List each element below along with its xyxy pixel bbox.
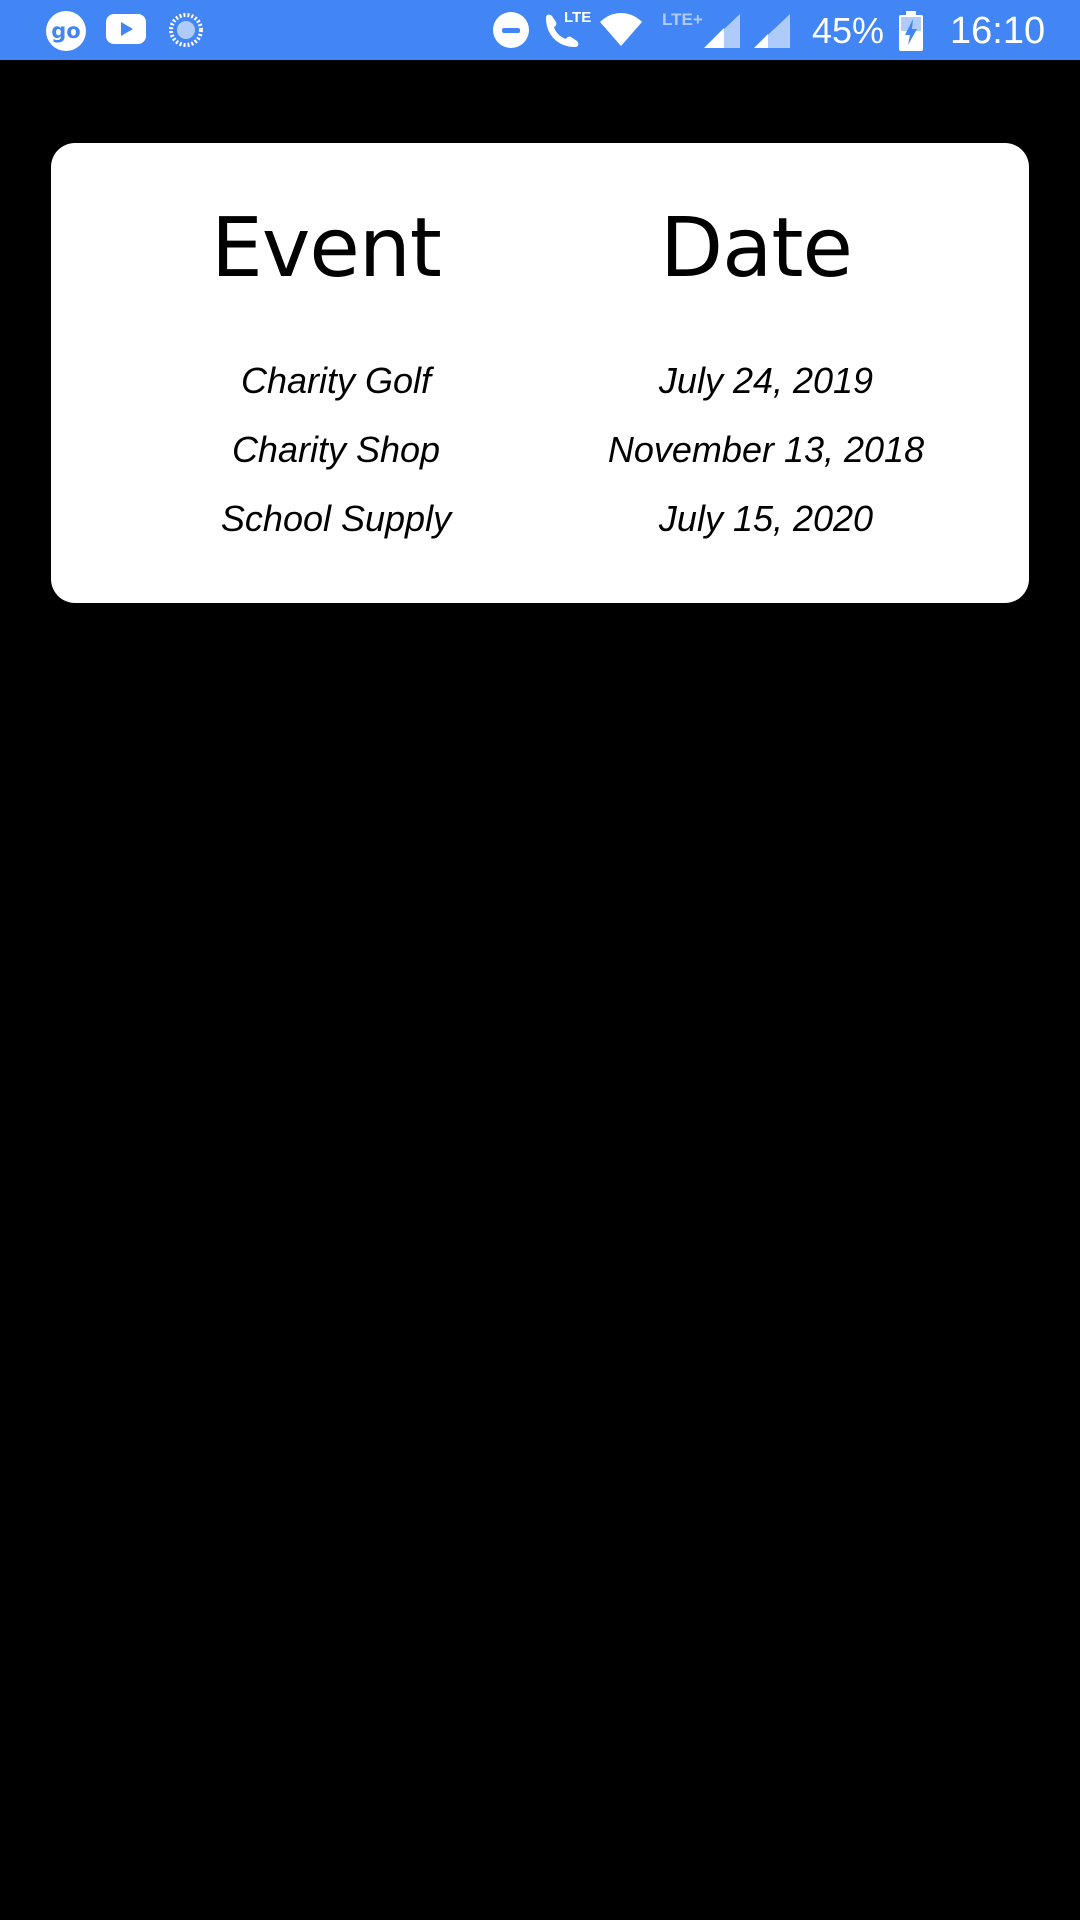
table-row: Charity Golf July 24, 2019 [51,353,1029,409]
go-icon-label: go [51,19,81,43]
table-row: School Supply July 15, 2020 [51,491,1029,547]
wifi-icon [598,12,644,48]
lte-plus-label: LTE+ [662,10,703,29]
do-not-disturb-icon [493,12,529,48]
phone-lte-label: LTE [564,9,592,26]
battery-percentage: 45% [812,10,885,51]
event-column-header: Event [211,201,442,296]
signal-icon [754,14,790,48]
event-date: November 13, 2018 [607,429,925,470]
event-date: July 15, 2020 [658,498,874,539]
date-column-header: Date [660,201,853,296]
lte-plus-signal-icon: LTE+ [660,10,740,50]
event-name: Charity Golf [240,360,432,401]
table-row: Charity Shop November 13, 2018 [51,422,1029,478]
phone-lte-icon: LTE [540,8,592,52]
event-date: July 24, 2019 [658,360,874,401]
events-card: Event Date Charity Golf July 24, 2019 Ch… [51,143,1029,603]
clock: 16:10 [950,9,1046,52]
battery-charging-icon [898,11,924,51]
youtube-icon [106,14,146,44]
go-icon: go [46,11,86,51]
status-bar: go LTE LTE+ 45% 16:10 [0,0,1080,60]
event-name: School Supply [220,498,452,539]
dots-icon [168,12,204,48]
event-name: Charity Shop [231,429,441,470]
